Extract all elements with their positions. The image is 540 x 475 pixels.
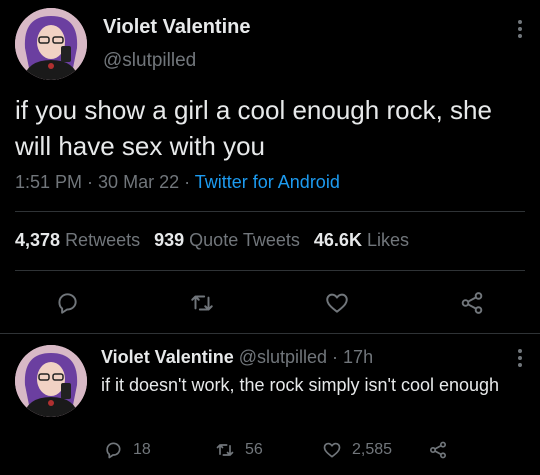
share-button[interactable] (457, 288, 487, 318)
tweet-stats: 4,378 Retweets 939 Quote Tweets 46.6K Like… (15, 230, 409, 251)
tweet-date[interactable]: 30 Mar 22 (98, 172, 179, 192)
reply-retweet-button[interactable]: 56 (215, 440, 263, 460)
quotes-count: 939 (154, 230, 185, 250)
likes-count: 46.6K (313, 230, 362, 250)
reply-icon (106, 442, 121, 459)
retweets-count: 4,378 (15, 230, 61, 250)
quotes-stat[interactable]: 939 Quote Tweets (154, 230, 300, 250)
author-handle[interactable]: @slutpilled (103, 50, 196, 72)
reply-author-name[interactable]: Violet Valentine (101, 347, 234, 367)
meta-separator: · (82, 172, 99, 192)
like-button[interactable] (322, 288, 352, 318)
reply-author-handle[interactable]: @slutpilled (239, 347, 327, 367)
avatar-image (15, 8, 87, 80)
tweet-meta: 1:51 PM · 30 Mar 22 · Twitter for Androi… (15, 172, 340, 193)
reply-like-count: 2,585 (352, 441, 393, 458)
tweet-source[interactable]: Twitter for Android (195, 172, 340, 192)
reply-button[interactable] (52, 288, 82, 318)
likes-label: Likes (366, 230, 409, 250)
reply-age[interactable]: 17h (343, 347, 373, 367)
divider (0, 333, 540, 334)
retweets-label: Retweets (65, 230, 141, 250)
reply-text: if it doesn't work, the rock simply isn'… (101, 375, 500, 395)
share-icon (461, 292, 483, 314)
heart-icon (326, 293, 348, 313)
quotes-label: Quote Tweets (189, 230, 300, 250)
heart-icon (323, 442, 341, 458)
reply-separator: · (327, 347, 344, 367)
more-options-icon[interactable] (517, 20, 523, 40)
retweet-icon (191, 295, 213, 311)
reply-reply-count: 18 (133, 441, 151, 458)
divider (15, 270, 525, 271)
tweet-time[interactable]: 1:51 PM (15, 172, 82, 192)
retweets-stat[interactable]: 4,378 Retweets (15, 230, 140, 250)
likes-stat[interactable]: 46.6K Likes (314, 230, 409, 250)
reply-author-avatar[interactable] (15, 345, 87, 417)
reply-header: Violet Valentine @slutpilled · 17h (101, 347, 373, 368)
reply-share-button[interactable] (428, 440, 458, 460)
tweet-text: if you show a girl a cool enough rock, s… (15, 95, 492, 161)
meta-separator: · (179, 172, 195, 192)
share-icon (430, 441, 446, 459)
reply-icon (58, 293, 77, 314)
reply-like-button[interactable]: 2,585 (322, 440, 392, 460)
retweet-icon (216, 444, 234, 456)
author-avatar[interactable] (15, 8, 87, 80)
author-name[interactable]: Violet Valentine (103, 16, 250, 39)
avatar-image (15, 345, 87, 417)
reply-more-options-icon[interactable] (517, 349, 523, 369)
retweet-button[interactable] (187, 288, 217, 318)
reply-retweet-count: 56 (245, 441, 263, 458)
divider (15, 211, 525, 212)
reply-reply-button[interactable]: 18 (103, 440, 151, 460)
